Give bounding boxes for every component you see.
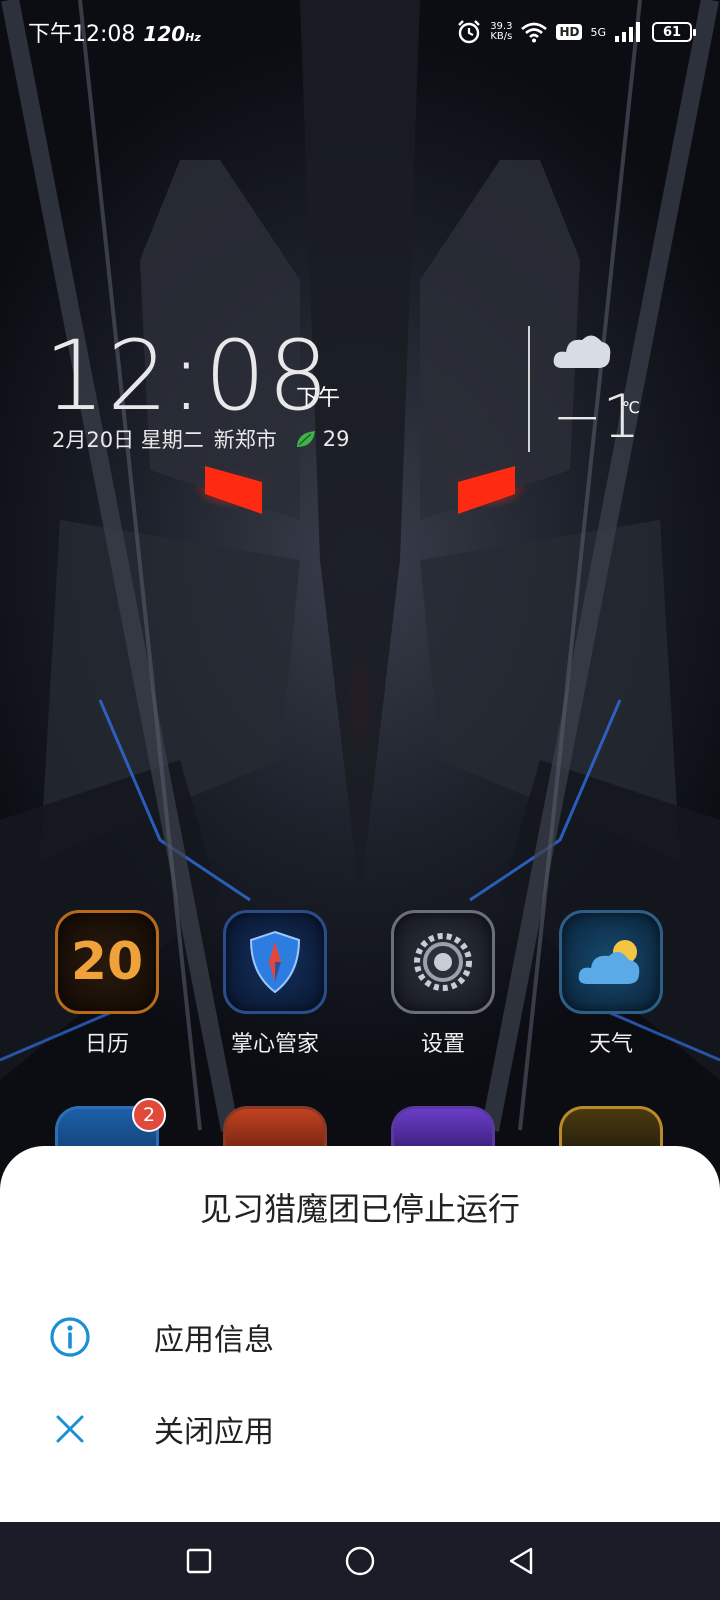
wifi-icon	[521, 22, 548, 43]
net-speed: 39.3 KB/s	[490, 22, 512, 42]
aqi-value: 29	[322, 427, 350, 451]
clock-time: 12:08	[44, 320, 331, 432]
app-guard[interactable]: 掌心管家	[220, 910, 330, 1058]
aqi: 29	[295, 427, 350, 451]
app-crash-dialog: 见习猎魔团已停止运行 应用信息 关闭应用	[0, 1146, 720, 1522]
app-info-option[interactable]: 应用信息	[0, 1292, 720, 1382]
notification-badge: 2	[132, 1098, 166, 1132]
calendar-icon-date: 20	[70, 932, 144, 992]
triangle-back-icon	[510, 1547, 533, 1575]
battery-icon: 61	[652, 22, 696, 42]
back-button[interactable]	[491, 1531, 551, 1591]
clock-ampm: 下午	[296, 386, 341, 411]
status-time: 下午12:08	[28, 22, 136, 47]
status-right: 39.3 KB/s HD 5G 61	[456, 19, 696, 45]
app-label: 天气	[588, 1032, 633, 1057]
weather-icon	[559, 910, 663, 1014]
clock-date-line: 2月20日 星期二 新郑市 29	[52, 424, 350, 454]
app-label: 设置	[420, 1032, 465, 1057]
net-speed-unit: KB/s	[490, 31, 513, 42]
city-name: 新郑市	[213, 428, 277, 452]
app-info-label: 应用信息	[154, 1323, 274, 1358]
home-button[interactable]	[330, 1531, 390, 1591]
dialog-title: 见习猎魔团已停止运行	[199, 1190, 520, 1228]
info-icon	[50, 1317, 90, 1357]
refresh-rate: 120Hz	[143, 22, 200, 46]
close-app-option[interactable]: 关闭应用	[0, 1384, 720, 1474]
calendar-icon: 20	[55, 910, 159, 1014]
widget-divider	[528, 326, 530, 452]
alarm-icon	[458, 20, 481, 44]
shield-icon	[223, 910, 327, 1014]
app-weather[interactable]: 天气	[556, 910, 666, 1058]
square-icon	[186, 1548, 211, 1574]
temperature: −1	[552, 382, 641, 452]
close-app-label: 关闭应用	[154, 1415, 274, 1450]
gear-icon	[391, 910, 495, 1014]
leaf-icon	[296, 431, 315, 447]
app-label: 掌心管家	[230, 1032, 319, 1057]
refresh-rate-value: 120	[143, 22, 186, 46]
weather-icon-art	[578, 940, 640, 984]
date-text: 2月20日 星期二	[52, 428, 204, 452]
hd-badge: HD	[556, 24, 583, 40]
network-type: 5G	[590, 25, 606, 39]
status-bar: 下午12:08 120Hz 39.3 KB/s HD 5G 61	[0, 0, 720, 64]
signal-icon	[615, 22, 640, 42]
shield-icon-art	[249, 930, 301, 994]
status-left: 下午12:08 120Hz	[28, 16, 201, 48]
app-settings[interactable]: 设置	[388, 910, 498, 1058]
app-calendar[interactable]: 20 日历	[52, 910, 162, 1058]
clock-weather-widget[interactable]: 12:08 下午 2月20日 星期二 新郑市 29 −1 ℃	[44, 320, 684, 470]
recents-button[interactable]	[169, 1531, 229, 1591]
cloud-icon	[553, 335, 611, 368]
temperature-unit: ℃	[622, 398, 640, 417]
navigation-bar	[0, 1522, 720, 1600]
app-label: 日历	[84, 1032, 129, 1057]
close-icon	[56, 1415, 84, 1443]
battery-level: 61	[662, 24, 682, 40]
refresh-rate-unit: Hz	[185, 31, 201, 44]
circle-icon	[345, 1546, 375, 1576]
gear-icon-art	[414, 933, 472, 991]
